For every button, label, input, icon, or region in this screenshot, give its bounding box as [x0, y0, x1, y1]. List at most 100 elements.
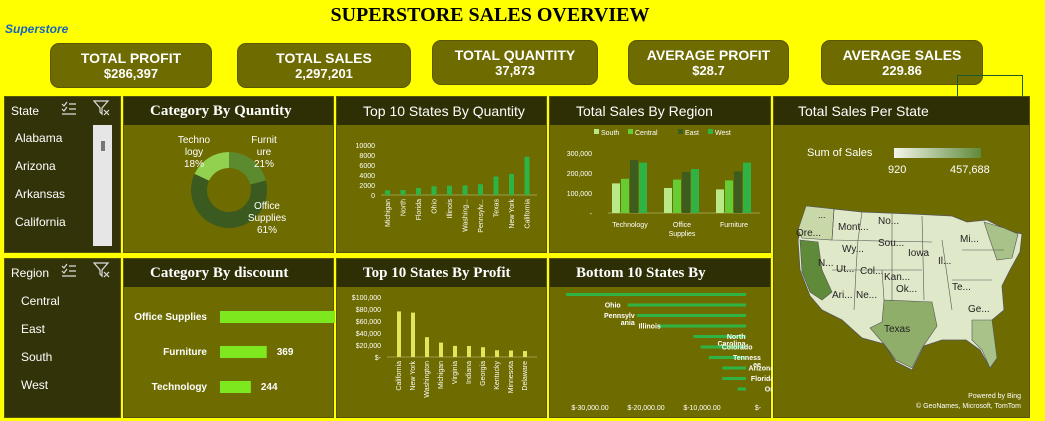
- bar-mark: [722, 366, 746, 370]
- kpi-label: TOTAL PROFIT: [80, 50, 182, 66]
- list-item[interactable]: Central: [21, 294, 60, 308]
- us-sales-map[interactable]: ... Ore... Mont... Wy... N... Ut... Col.…: [792, 200, 1024, 375]
- map-state-label: Te...: [952, 282, 971, 293]
- map-legend-title: Sum of Sales: [807, 147, 873, 159]
- y-tick-label: 2000: [359, 183, 375, 190]
- top10-profit-panel: Top 10 States By Profit $100,000 $80,000 $…: [336, 258, 547, 418]
- y-tick-label: 10000: [356, 143, 376, 150]
- category-label: Furniture: [163, 347, 207, 358]
- x-tick-label: Delaware: [522, 361, 529, 391]
- x-tick-label: Virginia: [452, 361, 459, 384]
- panel-title: Top 10 States By Quantity: [337, 97, 546, 125]
- category-label: Colorado: [722, 345, 753, 352]
- map-state-label: Mi...: [960, 234, 979, 245]
- selection-handle[interactable]: [957, 75, 1023, 97]
- clear-filter-icon[interactable]: [93, 100, 111, 116]
- x-tick-label: $-10,000.00: [683, 405, 720, 412]
- kpi-label: AVERAGE SALES: [842, 47, 962, 63]
- y-tick-label: $60,000: [356, 319, 381, 326]
- x-tick-label: Michigan: [385, 199, 392, 227]
- donut-data-label: 18%: [184, 159, 204, 170]
- map-legend-min: 920: [888, 164, 907, 176]
- slicer-scrollbar[interactable]: [93, 125, 112, 246]
- category-label: Office Supplies: [134, 312, 207, 323]
- bar-mark: [737, 387, 746, 391]
- category-label: North: [727, 334, 746, 341]
- legend-label: East: [685, 130, 699, 137]
- panel-title: Total Sales Per State: [774, 97, 1029, 125]
- x-tick-label: Washing...: [463, 199, 470, 232]
- bar-mark: [722, 377, 746, 380]
- x-tick-label: Technology: [612, 222, 648, 229]
- y-tick-label: $100,000: [352, 295, 381, 302]
- legend-label: South: [601, 130, 619, 137]
- category-discount-panel: Category By discount Office Supplies948F…: [123, 258, 335, 418]
- map-state-label: Il...: [938, 256, 951, 267]
- multi-select-icon[interactable]: [61, 101, 77, 115]
- bar-mark: [220, 311, 335, 323]
- map-state-label: Mont...: [838, 222, 869, 233]
- map-state-label: Ari...: [832, 290, 853, 301]
- superstore-logo: Superstore: [5, 22, 69, 36]
- legend-swatch: [678, 129, 683, 134]
- map-state-label: N...: [818, 258, 834, 269]
- bar-mark: [493, 176, 499, 195]
- category-label: Pennsylv: [604, 313, 635, 320]
- bar-mark: [439, 342, 443, 357]
- map-legend-max: 457,688: [950, 164, 990, 176]
- state-slicer[interactable]: State Alabama Arizona Arkansas Californi…: [4, 96, 121, 253]
- list-item[interactable]: Arkansas: [15, 187, 65, 201]
- bar-mark: [639, 162, 647, 213]
- bottom10-panel: Bottom 10 States By TexasOhioPennsylvani…: [549, 258, 772, 418]
- y-tick-label: 6000: [359, 163, 375, 170]
- x-tick-label: Minnesota: [508, 361, 515, 393]
- list-item[interactable]: East: [21, 322, 45, 336]
- x-tick-label: Pennsylv...: [478, 199, 485, 233]
- list-item[interactable]: West: [21, 378, 48, 392]
- y-tick-label: 100,000: [567, 191, 592, 198]
- x-tick-label: Florida: [416, 199, 423, 221]
- kpi-average-profit: AVERAGE PROFIT $28.7: [628, 40, 789, 85]
- map-state-label: Kan...: [884, 272, 910, 283]
- donut-data-label: Supplies: [248, 213, 286, 224]
- y-tick-label: 300,000: [567, 151, 592, 158]
- legend-swatch: [594, 129, 599, 134]
- bar-mark: [416, 188, 421, 195]
- data-label: 369: [277, 347, 294, 358]
- map-state-label: No...: [878, 216, 899, 227]
- donut-data-label: ure: [257, 147, 272, 158]
- list-item[interactable]: Arizona: [15, 159, 56, 173]
- map-credit-bing: Powered by Bing: [968, 393, 1021, 400]
- region-slicer[interactable]: Region Central East South West: [4, 258, 121, 418]
- list-item[interactable]: South: [21, 350, 52, 364]
- x-tick-label: New York: [509, 199, 516, 229]
- y-tick-label: $-: [375, 355, 382, 362]
- category-label: Arizona: [749, 366, 772, 373]
- bottom10-chart: TexasOhioPennsylvaniaIllinoisNorthCaroli…: [566, 293, 772, 412]
- map-state-label: Wy...: [842, 244, 864, 255]
- list-item[interactable]: Alabama: [15, 131, 62, 145]
- donut-data-label: 61%: [257, 225, 277, 236]
- category-label: Oregon: [765, 387, 772, 394]
- top10-quantity-panel: Top 10 States By Quantity 10000 8000 6000 4…: [336, 96, 547, 253]
- category-label: Ohio: [605, 303, 621, 310]
- panel-title: Bottom 10 States By: [550, 259, 770, 287]
- clear-filter-icon[interactable]: [93, 262, 111, 278]
- map-state-label: Ut...: [836, 264, 854, 275]
- x-tick-label: Supplies: [669, 231, 696, 238]
- bar-mark: [425, 337, 429, 357]
- bar-mark: [612, 183, 620, 213]
- bar-mark: [220, 381, 251, 393]
- map-state-label: Col...: [860, 266, 883, 277]
- kpi-value: 37,873: [495, 63, 535, 78]
- kpi-total-profit: TOTAL PROFIT $286,397: [50, 43, 212, 88]
- kpi-label: TOTAL QUANTITY: [454, 47, 576, 63]
- donut-data-label: 21%: [254, 159, 274, 170]
- list-item[interactable]: California: [15, 215, 66, 229]
- slicer-header: Region: [11, 266, 50, 280]
- bar-mark: [682, 172, 690, 213]
- bar-mark: [566, 293, 746, 296]
- bar-mark: [509, 174, 514, 195]
- map-state-label: Texas: [884, 324, 910, 335]
- multi-select-icon[interactable]: [61, 263, 77, 277]
